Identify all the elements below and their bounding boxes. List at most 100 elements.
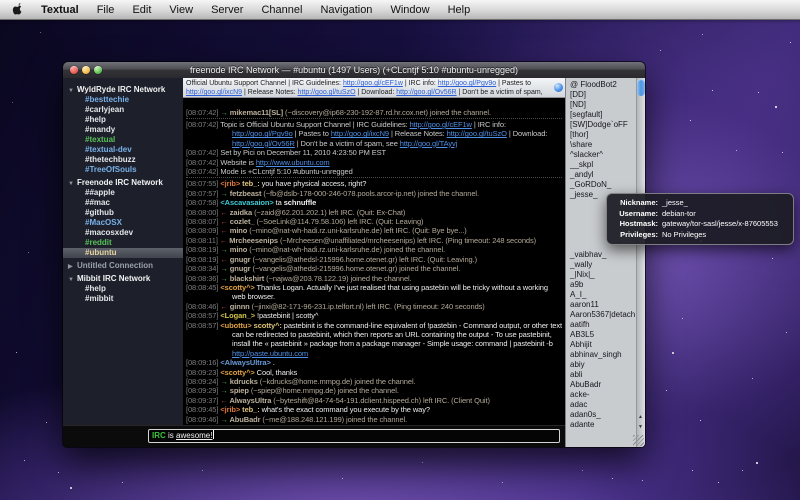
topic-link[interactable]: http://goo.gl/tuSzO [298, 89, 356, 96]
user-list-item[interactable]: Abhijit [566, 340, 636, 350]
menu-item-server[interactable]: Server [202, 4, 252, 16]
sidebar-item-ubuntu[interactable]: #ubuntu [63, 248, 183, 258]
topic-text: | Download: [356, 89, 397, 96]
chat-segment-jn: mino [230, 226, 248, 235]
user-list-item[interactable]: A_I_ [566, 290, 636, 300]
topic-link[interactable]: http://goo.gl/Pgv9o [438, 80, 496, 87]
sidebar-item-mibbit[interactable]: #mibbit [63, 294, 183, 304]
sidebar-item-thetechbuzz[interactable]: #thetechbuzz [63, 155, 183, 165]
user-list-item[interactable]: acke- [566, 390, 636, 400]
sidebar-item-apple[interactable]: ##apple [63, 188, 183, 198]
sidebar-group-header[interactable]: ▼WyldRyde IRC Network [63, 85, 183, 95]
user-list-scrollbar[interactable]: ▲ ▼ [636, 78, 645, 447]
sidebar-group-header[interactable]: ▶Untitled Connection [63, 261, 183, 271]
menu-item-window[interactable]: Window [381, 4, 438, 16]
chat-link[interactable]: http://www.ubuntu.com [256, 158, 330, 167]
chat-link[interactable]: http://goo.gl/cEF1w [410, 120, 472, 129]
user-list-item[interactable]: a9b [566, 280, 636, 290]
menu-item-help[interactable]: Help [439, 4, 480, 16]
sidebar-item-github[interactable]: #github [63, 208, 183, 218]
window-title-bar[interactable]: freenode IRC Network — #ubuntu (1497 Use… [63, 62, 645, 78]
sidebar-item-besttechie[interactable]: #besttechie [63, 95, 183, 105]
chat-link[interactable]: http://goo.gl/TAyvj [400, 139, 457, 148]
menu-item-file[interactable]: File [88, 4, 124, 16]
textual-window: freenode IRC Network — #ubuntu (1497 Use… [63, 62, 645, 447]
user-list-item[interactable]: AB3L5 [566, 330, 636, 340]
chat-link[interactable]: http://goo.gl/Pgv9o [232, 129, 293, 138]
chat-link[interactable]: http://goo.gl/tuSzO [447, 129, 507, 138]
scroll-down-icon[interactable]: ▼ [636, 422, 645, 432]
topic-link[interactable]: http://goo.gl/Ov56R [396, 89, 456, 96]
sidebar-item-reddit[interactable]: #reddit [63, 238, 183, 248]
chat-link[interactable]: http://goo.gl/Ov56R [232, 139, 295, 148]
user-list-item[interactable]: [DD] [566, 90, 636, 100]
user-list-item[interactable]: _GoRDoN_ [566, 180, 636, 190]
sidebar-item-help[interactable]: #help [63, 284, 183, 294]
chat-view[interactable]: [08:07:42] → mikemac11[SL] (~discovery@i… [183, 98, 565, 425]
apple-menu-icon[interactable] [12, 3, 24, 16]
user-list-item[interactable]: adan0s_ [566, 410, 636, 420]
sidebar-group-header[interactable]: ▼Mibbit IRC Network [63, 274, 183, 284]
sidebar-item-textualdev[interactable]: #textual-dev [63, 145, 183, 155]
user-list-item[interactable]: \share [566, 140, 636, 150]
chat-segment-jp: (~byteshift@84-74-54-191.dclient.hispeed… [271, 396, 490, 405]
chat-segment-jp: (~zaid@62.201.202.1) left IRC. (Quit: Ex… [252, 208, 405, 217]
user-list-item[interactable]: __skpl [566, 160, 636, 170]
menu-item-textual[interactable]: Textual [32, 4, 88, 16]
user-list-item[interactable]: adante [566, 420, 636, 430]
resize-grip[interactable] [633, 435, 644, 446]
user-list-item[interactable]: _vaibhav_ [566, 250, 636, 260]
sidebar-item-mac[interactable]: ##mac [63, 198, 183, 208]
user-list-item[interactable]: aatifh [566, 320, 636, 330]
user-list-item[interactable]: _andyl [566, 170, 636, 180]
user-list-item[interactable]: [SW]Dodge`oFF [566, 120, 636, 130]
user-list-item[interactable]: [segfault] [566, 110, 636, 120]
menu-item-edit[interactable]: Edit [123, 4, 160, 16]
user-list-item[interactable]: [ND] [566, 100, 636, 110]
topic-link[interactable]: http://goo.gl/ixcN9 [186, 89, 242, 96]
message-input[interactable]: IRC is awesome! [148, 429, 560, 443]
chat-segment-jp: (~vangelis@athedsl-215996.home.otenet.gr… [251, 255, 477, 264]
chat-link[interactable]: http://paste.ubuntu.com [232, 349, 308, 358]
sidebar-item-help[interactable]: #help [63, 115, 183, 125]
user-list-item[interactable]: adac [566, 400, 636, 410]
user-list-item[interactable]: ^slacker^ [566, 150, 636, 160]
user-list-item[interactable]: @ FloodBot2 [566, 80, 636, 90]
user-list-item[interactable]: AbuBadr [566, 380, 636, 390]
disclosure-open-icon[interactable]: ▼ [68, 179, 77, 189]
user-list-item[interactable]: Aaron5367|detach [566, 310, 636, 320]
user-list-item[interactable]: abli [566, 370, 636, 380]
menu-item-channel[interactable]: Channel [252, 4, 311, 16]
user-list-item[interactable]: _|Nix|_ [566, 270, 636, 280]
minimize-button[interactable] [82, 66, 90, 74]
sidebar-item-TreeOfSouls[interactable]: #TreeOfSouls [63, 165, 183, 175]
zoom-button[interactable] [94, 66, 102, 74]
chat-link[interactable]: http://goo.gl/ixcN9 [331, 129, 389, 138]
scroll-up-icon[interactable]: ▲ [636, 412, 645, 422]
channel-website-icon[interactable] [554, 83, 563, 92]
user-list-item[interactable]: [thor] [566, 130, 636, 140]
menu-item-navigation[interactable]: Navigation [311, 4, 381, 16]
sidebar-item-mandy[interactable]: #mandy [63, 125, 183, 135]
topic-text: | IRC info: [403, 80, 438, 87]
disclosure-closed-icon[interactable]: ▶ [68, 262, 77, 272]
disclosure-open-icon[interactable]: ▼ [68, 275, 77, 285]
close-button[interactable] [70, 66, 78, 74]
sidebar-item-macosxdev[interactable]: #macosxdev [63, 228, 183, 238]
user-list-item[interactable]: abiy [566, 360, 636, 370]
topic-text: | Pastes to [496, 80, 531, 87]
topic-link[interactable]: http://goo.gl/cEF1w [343, 80, 403, 87]
chat-segment-ap: ← [220, 208, 229, 217]
user-list-item[interactable]: aaron11 [566, 300, 636, 310]
traffic-lights [70, 66, 102, 74]
sidebar-group-header[interactable]: ▼Freenode IRC Network [63, 178, 183, 188]
sidebar-item-MacOSX[interactable]: #MacOSX [63, 218, 183, 228]
disclosure-open-icon[interactable]: ▼ [68, 86, 77, 96]
user-list-item[interactable]: abhinav_singh [566, 350, 636, 360]
scrollbar-thumb[interactable] [637, 79, 645, 96]
chat-segment-jp: (~kdrucks@home.mmpg.de) joined the chann… [258, 377, 416, 386]
menu-item-view[interactable]: View [160, 4, 202, 16]
sidebar-item-textual[interactable]: #textual [63, 135, 183, 145]
sidebar-item-carlyjean[interactable]: #carlyjean [63, 105, 183, 115]
user-list-item[interactable]: _wally [566, 260, 636, 270]
